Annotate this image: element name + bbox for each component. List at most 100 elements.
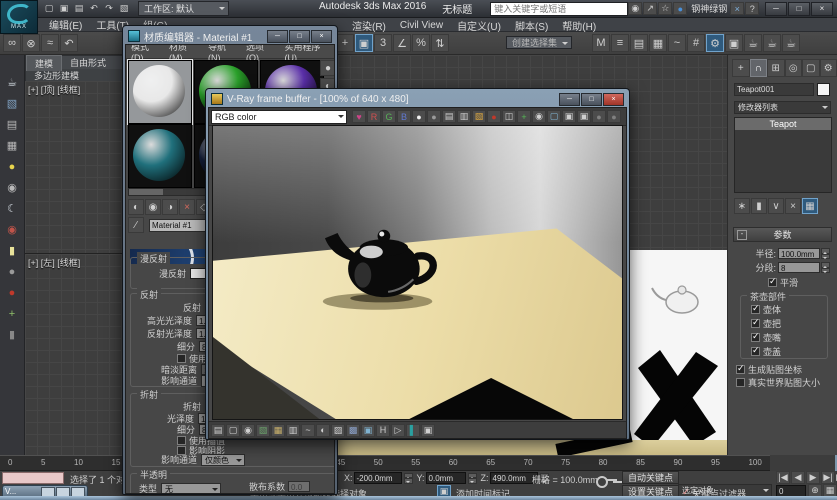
next-frame-icon[interactable]: ▶| (821, 471, 835, 484)
play-icon[interactable]: ▶ (806, 471, 820, 484)
cylinder-icon[interactable]: ▮ (9, 329, 15, 341)
tab-modify[interactable]: ∩ (750, 59, 768, 77)
sample-type-icon[interactable]: ● (320, 60, 335, 76)
exposure-icon[interactable]: ◐ (316, 424, 330, 437)
menu-item[interactable]: 编辑(E) (42, 17, 89, 32)
render-iterative-icon[interactable]: ☕ (763, 34, 781, 52)
user-icon[interactable]: ● (673, 2, 687, 15)
save-all-channels-icon[interactable]: ▥ (457, 110, 471, 123)
mini-restore-icon[interactable] (56, 487, 70, 497)
monochrome-icon[interactable]: ● (427, 110, 441, 123)
material-editor-titlebar[interactable]: 材质编辑器 - Material #1 ─ □ × (125, 28, 335, 44)
clear-image-icon[interactable]: ● (487, 110, 501, 123)
render-vray-icon[interactable]: ☕ (782, 34, 800, 52)
tab-display[interactable]: ▢ (802, 59, 820, 77)
tab-hierarchy[interactable]: ⊞ (767, 59, 785, 77)
trans-type-dropdown[interactable]: 无 (161, 483, 221, 495)
close-button[interactable]: × (811, 2, 833, 16)
get-material-icon[interactable]: ◐ (128, 199, 144, 215)
graphite-ribbon-icon[interactable]: ▦ (649, 34, 667, 52)
angle-snap-icon[interactable]: ∠ (393, 34, 411, 52)
stamp-icon[interactable]: ▢ (226, 424, 240, 437)
part-lid-checkbox[interactable] (751, 347, 760, 356)
redo-icon[interactable]: ↷ (102, 2, 116, 15)
x-field[interactable]: -200.0mm (354, 472, 402, 484)
color-sample-icon[interactable]: ▧ (256, 424, 270, 437)
red-channel-icon[interactable]: R (367, 110, 381, 123)
viewport-left-label[interactable]: [+] [左] [线框] (28, 256, 80, 269)
me-close-button[interactable]: × (311, 30, 332, 43)
search-icon[interactable]: ◉ (628, 2, 642, 15)
segments-spinner[interactable] (821, 262, 830, 273)
real-world-checkbox[interactable] (736, 378, 745, 387)
follow-mouse-icon[interactable]: ◉ (532, 110, 546, 123)
reflect-interp-checkbox[interactable] (177, 354, 186, 363)
image-info-icon[interactable]: ▤ (211, 424, 225, 437)
max-logo[interactable]: MAX (0, 0, 38, 34)
load-image-icon[interactable]: ▧ (472, 110, 486, 123)
z-field[interactable]: 490.0mm (490, 472, 538, 484)
object-color-swatch[interactable] (817, 83, 830, 96)
picture-icon[interactable]: ▧ (7, 98, 17, 110)
y-field[interactable]: 0.0mm (426, 472, 466, 484)
pixel-info-icon[interactable]: ◉ (241, 424, 255, 437)
list-icon[interactable]: ▤ (7, 119, 17, 131)
vfb-maximize-button[interactable]: □ (581, 93, 602, 106)
menu-item[interactable]: 帮助(H) (555, 18, 603, 33)
sign-in-icon[interactable]: ↗ (643, 2, 657, 15)
axis-icon[interactable]: + (9, 308, 15, 320)
workspace-combo[interactable]: 工作区: 默认 (138, 1, 229, 16)
vfb-minimize-button[interactable]: ─ (559, 93, 580, 106)
new-scene-icon[interactable]: ▢ (42, 2, 56, 15)
pin-stack-icon[interactable]: ∗ (734, 198, 750, 214)
green-channel-icon[interactable]: G (382, 110, 396, 123)
render-setup-icon[interactable]: ⚙ (706, 34, 724, 52)
x-spinner[interactable] (404, 473, 413, 484)
unlink-selection-icon[interactable]: ⊗ (22, 34, 40, 52)
red-ball-icon[interactable]: ● (9, 287, 16, 299)
assign-material-icon[interactable]: ◑ (162, 199, 178, 215)
bind-to-spacewarp-icon[interactable]: ≈ (41, 34, 59, 52)
scatter-field[interactable]: 0.0 (288, 481, 310, 492)
favorites-star-icon[interactable]: ☆ (658, 2, 672, 15)
auto-key-button[interactable]: 自动关键点 (622, 471, 679, 484)
maxscript-mini-listener[interactable] (2, 472, 64, 484)
stereo-right-icon[interactable]: ● (607, 110, 621, 123)
alpha-channel-icon[interactable]: ● (412, 110, 426, 123)
rgb-stripes-icon[interactable]: ▌ (406, 424, 420, 437)
save-image-icon[interactable]: ▤ (442, 110, 456, 123)
object-name-field[interactable]: Teapot001 (734, 83, 814, 96)
blue-channel-icon[interactable]: B (397, 110, 411, 123)
table-icon[interactable]: ▦ (7, 140, 17, 152)
minimize-button[interactable]: ─ (765, 2, 787, 16)
prev-frame-icon[interactable]: ◀ (791, 471, 805, 484)
swatch-icon[interactable]: ▮ (9, 245, 15, 257)
sample-slot-1[interactable] (128, 60, 192, 124)
me-maximize-button[interactable]: □ (289, 30, 310, 43)
signed-in-username[interactable]: 钢神绿钢 (691, 2, 727, 15)
align-icon[interactable]: ≡ (611, 34, 629, 52)
configure-modifier-sets-icon[interactable]: ▦ (802, 198, 818, 214)
viewport-top-label[interactable]: [+] [顶] [线框] (28, 83, 80, 96)
camera-icon[interactable]: ◉ (7, 182, 17, 194)
part-handle-checkbox[interactable] (751, 319, 760, 328)
mini-minimize-icon[interactable] (41, 487, 55, 497)
mini-close-icon[interactable] (71, 487, 85, 497)
mirror-icon[interactable]: M (592, 34, 610, 52)
remove-modifier-icon[interactable]: × (785, 198, 801, 214)
refract-affect-dropdown[interactable]: 仅颜色 (201, 454, 245, 466)
go-to-start-icon[interactable]: |◀ (776, 471, 790, 484)
menu-item[interactable]: 脚本(S) (508, 18, 555, 33)
segments-field[interactable]: 8 (778, 262, 820, 273)
named-selection-sets-combo[interactable]: 创建选择集 (506, 36, 572, 49)
stack-item-teapot[interactable]: Teapot (735, 118, 831, 130)
stereo-left-icon[interactable]: ● (592, 110, 606, 123)
red-camera-icon[interactable]: ◉ (7, 224, 17, 236)
menu-item[interactable]: 渲染(R) (345, 18, 393, 33)
a360-icon[interactable]: × (730, 2, 744, 15)
vfb-help-icon[interactable]: ▣ (421, 424, 435, 437)
menu-item[interactable]: 自定义(U) (450, 18, 508, 33)
save-file-icon[interactable]: ▤ (72, 2, 86, 15)
curve-editor-icon[interactable]: ~ (668, 34, 686, 52)
compare-a-icon[interactable]: ▣ (562, 110, 576, 123)
